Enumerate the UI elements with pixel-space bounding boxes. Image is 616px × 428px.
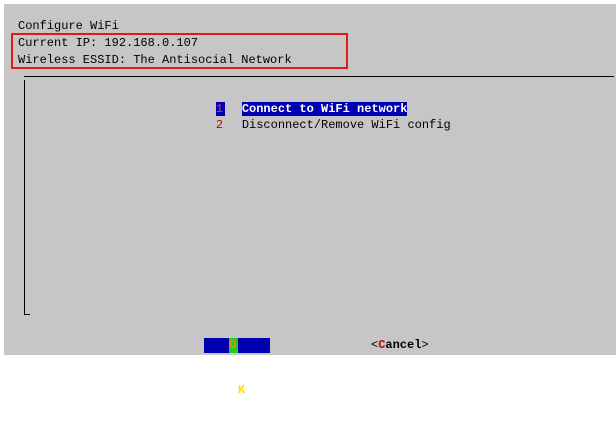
- ok-button-hotkey: O: [229, 338, 238, 353]
- ok-button-label-rest: K: [238, 383, 246, 397]
- ok-button-close-bracket: >: [259, 398, 267, 412]
- annotation-highlight-box: [11, 33, 348, 69]
- ok-button-open-bracket: <: [206, 353, 214, 367]
- cancel-button[interactable]: <Cancel>: [371, 338, 429, 353]
- menu-item-label: Disconnect/Remove WiFi config: [241, 118, 451, 132]
- cancel-button-label-rest: ancel: [385, 338, 422, 352]
- menu-item-number: 2: [215, 118, 224, 132]
- ok-button[interactable]: < O K >: [204, 338, 270, 412]
- cancel-button-close-bracket: >: [421, 338, 429, 352]
- dialog-title: Configure WiFi: [18, 19, 119, 33]
- menu-top-border: [24, 76, 614, 77]
- terminal-screen: Configure WiFi Current IP: 192.168.0.107…: [0, 0, 616, 412]
- menu-left-border: [24, 80, 30, 315]
- menu-item-disconnect-wifi[interactable]: 2 Disconnect/Remove WiFi config: [187, 104, 451, 146]
